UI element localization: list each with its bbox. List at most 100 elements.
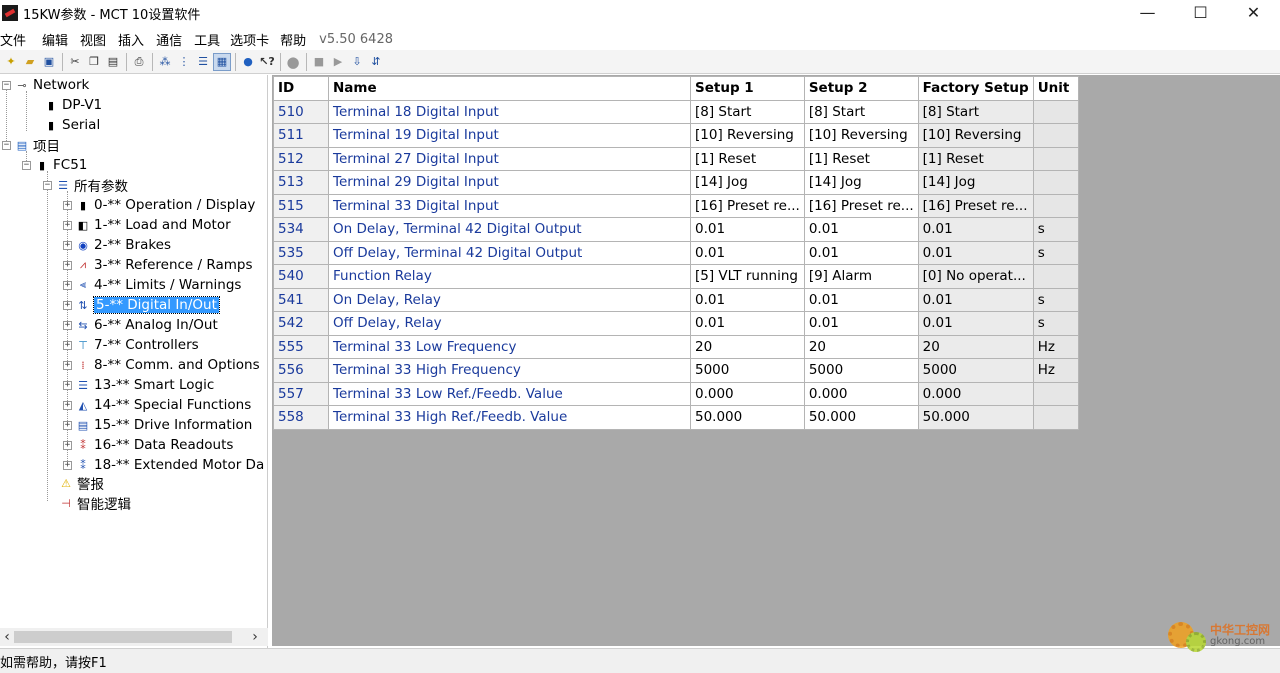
list-view-icon[interactable]: ⋮	[175, 53, 193, 71]
tree-item-group-5[interactable]: + ⇅ 5-** Digital In/Out	[63, 295, 220, 315]
connect-icon[interactable]: ●	[284, 53, 302, 71]
setup2-value-cell[interactable]: [9] Alarm	[803, 264, 919, 289]
close-button[interactable]: ✕	[1227, 0, 1280, 24]
tree-item-group-0[interactable]: + ▮ 0-** Operation / Display	[63, 195, 255, 215]
grid-view-icon[interactable]: ▦	[213, 52, 231, 71]
tree-horizontal-scrollbar[interactable]: ‹ ›	[0, 628, 268, 646]
expand-toggle[interactable]: +	[63, 320, 72, 330]
expand-toggle[interactable]: +	[63, 200, 72, 210]
expand-toggle[interactable]: +	[63, 380, 72, 390]
tree-item-group-6[interactable]: + ⇆ 6-** Analog In/Out	[63, 315, 218, 335]
expand-toggle[interactable]: +	[63, 220, 72, 230]
menu-insert[interactable]: 插入	[113, 30, 151, 49]
tree-item-group-7[interactable]: + ⊤ 7-** Controllers	[63, 335, 199, 355]
help-icon[interactable]: ●	[239, 53, 257, 71]
setup1-value-cell[interactable]: 5000	[690, 358, 805, 383]
collapse-toggle[interactable]: −	[2, 140, 11, 150]
minimize-button[interactable]: —	[1121, 0, 1174, 24]
expand-toggle[interactable]: +	[63, 340, 72, 350]
scroll-thumb[interactable]	[14, 631, 232, 643]
setup2-value-cell[interactable]: 0.01	[803, 217, 919, 242]
tree-item-group-2[interactable]: + ◉ 2-** Brakes	[63, 235, 171, 255]
setup2-value-cell[interactable]: 50.000	[803, 405, 919, 430]
tree-item-fc51[interactable]: − ▮ FC51	[22, 155, 87, 175]
setup1-value-cell[interactable]: [14] Jog	[690, 170, 805, 195]
maximize-button[interactable]: ☐	[1174, 0, 1227, 24]
copy-icon[interactable]: ❐	[85, 53, 103, 71]
setup2-value-cell[interactable]: 0.01	[803, 240, 919, 265]
setup2-value-cell[interactable]: [16] Preset re...	[803, 193, 919, 218]
table-row[interactable]: 510 Terminal 18 Digital Input [8] Start [8]…	[273, 99, 1079, 124]
expand-toggle[interactable]: +	[63, 420, 72, 430]
table-row[interactable]: 541 On Delay, Relay 0.01 0.01 0.01 s	[273, 287, 1079, 312]
setup1-value-cell[interactable]: 50.000	[690, 405, 805, 430]
tree-item-group-16[interactable]: + ⁑ 16-** Data Readouts	[63, 435, 233, 455]
save-icon[interactable]: ▣	[40, 53, 58, 71]
tree-item-alarm[interactable]: ⚠ 警报	[59, 473, 104, 494]
tree-item-group-18[interactable]: + ⁑ 18-** Extended Motor Da	[63, 455, 264, 475]
table-row[interactable]: 535 Off Delay, Terminal 42 Digital Output…	[273, 240, 1079, 265]
setup2-value-cell[interactable]: [10] Reversing	[803, 123, 919, 148]
scroll-left-icon[interactable]: ‹	[0, 629, 14, 645]
table-row[interactable]: 512 Terminal 27 Digital Input [1] Reset [1]…	[273, 146, 1079, 171]
collapse-toggle[interactable]: −	[22, 160, 31, 170]
column-header-setup2[interactable]: Setup 2	[803, 76, 919, 101]
tree-item-group-4[interactable]: + ⫷ 4-** Limits / Warnings	[63, 275, 241, 295]
table-row[interactable]: 556 Terminal 33 High Frequency 5000 5000 500…	[273, 358, 1079, 383]
table-row[interactable]: 511 Terminal 19 Digital Input [10] Reversi…	[273, 123, 1079, 148]
tree-item-serial[interactable]: ▮ Serial	[44, 115, 100, 135]
tree-item-smart-logic[interactable]: ⊣ 智能逻辑	[59, 493, 131, 514]
table-row[interactable]: 557 Terminal 33 Low Ref./Feedb. Value 0.00…	[273, 381, 1079, 406]
setup2-value-cell[interactable]: 0.000	[803, 381, 919, 406]
setup2-value-cell[interactable]: 0.01	[803, 287, 919, 312]
cut-icon[interactable]: ✂	[66, 53, 84, 71]
table-row[interactable]: 555 Terminal 33 Low Frequency 20 20 20 Hz	[273, 334, 1079, 359]
setup2-value-cell[interactable]: 20	[803, 334, 919, 359]
setup1-value-cell[interactable]: [16] Preset re...	[690, 193, 805, 218]
read-drive-icon[interactable]: ⇩	[348, 53, 366, 71]
tree-item-group-1[interactable]: + ◧ 1-** Load and Motor	[63, 215, 231, 235]
setup1-value-cell[interactable]: [5] VLT running	[690, 264, 805, 289]
setup1-value-cell[interactable]: 20	[690, 334, 805, 359]
setup1-value-cell[interactable]: [1] Reset	[690, 146, 805, 171]
collapse-toggle[interactable]: −	[2, 80, 11, 90]
setup1-value-cell[interactable]: 0.000	[690, 381, 805, 406]
new-icon[interactable]: ✦	[2, 53, 20, 71]
column-header-id[interactable]: ID	[273, 76, 329, 101]
write-drive-icon[interactable]: ⇵	[367, 53, 385, 71]
expand-toggle[interactable]: +	[63, 300, 72, 310]
expand-toggle[interactable]: +	[63, 400, 72, 410]
play-icon[interactable]: ▶	[329, 53, 347, 71]
setup1-value-cell[interactable]: 0.01	[690, 287, 805, 312]
setup2-value-cell[interactable]: [1] Reset	[803, 146, 919, 171]
expand-toggle[interactable]: +	[63, 260, 72, 270]
table-row[interactable]: 515 Terminal 33 Digital Input [16] Preset …	[273, 193, 1079, 218]
menu-help[interactable]: 帮助	[276, 30, 313, 49]
setup2-value-cell[interactable]: [8] Start	[803, 99, 919, 124]
column-header-name[interactable]: Name	[328, 76, 691, 101]
tree-item-group-14[interactable]: + ◭ 14-** Special Functions	[63, 395, 251, 415]
print-icon[interactable]: ⎙	[130, 53, 148, 71]
tree-item-all-params[interactable]: − ☰ 所有参数	[43, 175, 128, 195]
expand-toggle[interactable]: +	[63, 280, 72, 290]
setup1-value-cell[interactable]: [8] Start	[690, 99, 805, 124]
setup1-value-cell[interactable]: 0.01	[690, 217, 805, 242]
setup2-value-cell[interactable]: 0.01	[803, 311, 919, 336]
expand-toggle[interactable]: +	[63, 360, 72, 370]
column-header-factory[interactable]: Factory Setup	[917, 76, 1034, 101]
tree-item-project[interactable]: − ▤ 项目	[2, 135, 60, 155]
column-header-setup1[interactable]: Setup 1	[690, 76, 805, 101]
expand-toggle[interactable]: +	[63, 460, 72, 470]
tree-item-network[interactable]: − ⊸ Network	[2, 75, 89, 95]
setup1-value-cell[interactable]: [10] Reversing	[690, 123, 805, 148]
setup2-value-cell[interactable]: [14] Jog	[803, 170, 919, 195]
column-header-unit[interactable]: Unit	[1032, 76, 1079, 101]
menu-tools[interactable]: 工具	[189, 30, 227, 49]
menu-communication[interactable]: 通信	[151, 30, 189, 49]
setup2-value-cell[interactable]: 5000	[803, 358, 919, 383]
tree-item-group-15[interactable]: + ▤ 15-** Drive Information	[63, 415, 252, 435]
tree-item-group-3[interactable]: + ⩘ 3-** Reference / Ramps	[63, 255, 252, 275]
table-row[interactable]: 540 Function Relay [5] VLT running [9] Alar…	[273, 264, 1079, 289]
scroll-right-icon[interactable]: ›	[248, 629, 262, 645]
table-row[interactable]: 542 Off Delay, Relay 0.01 0.01 0.01 s	[273, 311, 1079, 336]
